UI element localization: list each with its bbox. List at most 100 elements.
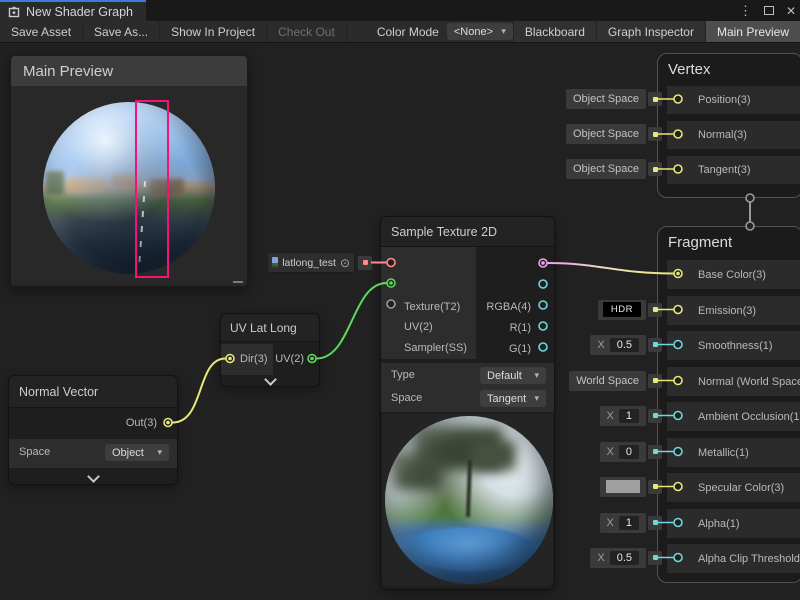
color-mode-dropdown[interactable]: <None> ▾	[447, 23, 513, 40]
maximize-icon[interactable]	[764, 6, 774, 15]
alpha-clip-default-control[interactable]: X0.5	[590, 548, 662, 568]
show-in-project-button[interactable]: Show In Project	[160, 21, 267, 42]
normal-vector-title: Normal Vector	[9, 376, 177, 408]
window-menu-icon[interactable]: ⋮	[739, 4, 752, 17]
main-preview-toggle[interactable]: Main Preview	[705, 21, 800, 42]
input-sampler-label: Sampler(SS)	[404, 342, 467, 354]
chevron-down-icon: ▾	[526, 393, 539, 404]
shader-graph-window: New Shader Graph ⋮ ✕ Save Asset Save As.…	[0, 0, 800, 600]
normal-vector-node[interactable]: Normal Vector Out(3) Space Object ▾	[8, 375, 178, 485]
ao-value-field[interactable]: 1	[619, 409, 639, 423]
alpha-clip-value-field[interactable]: 0.5	[610, 551, 639, 565]
nv-space-label: Space	[19, 446, 50, 458]
chevron-down-icon: ▾	[149, 447, 162, 458]
tab-new-shader-graph[interactable]: New Shader Graph	[0, 0, 146, 21]
sample-texture-2d-node[interactable]: Sample Texture 2D Texture(T2) UV(2) Samp…	[380, 216, 555, 590]
fragment-row-ambient-occlusion[interactable]: Ambient Occlusion(1)	[667, 402, 800, 431]
fragment-block-title: Fragment	[658, 227, 800, 251]
normal-port-stub[interactable]	[648, 127, 662, 141]
output-g-label: G(1)	[509, 343, 531, 355]
specular-color-control[interactable]	[600, 477, 662, 497]
fragment-row-normal-world[interactable]: Normal (World Space)(3)	[667, 367, 800, 396]
tab-title: New Shader Graph	[26, 5, 133, 19]
normal-default-control[interactable]: Object Space	[566, 124, 662, 144]
position-port-stub[interactable]	[648, 92, 662, 106]
uv-lat-long-node[interactable]: UV Lat Long Dir(3) UV(2)	[220, 313, 320, 387]
normal-space-control[interactable]: World Space	[569, 371, 662, 391]
space-label: Space	[391, 392, 422, 404]
sample-texture-2d-title: Sample Texture 2D	[381, 217, 554, 247]
type-dropdown[interactable]: Default ▾	[480, 367, 546, 384]
main-preview-panel[interactable]: Main Preview	[10, 55, 248, 287]
alpha-value-field[interactable]: 1	[619, 516, 639, 530]
wire-rgba-to-base-color[interactable]	[548, 263, 674, 274]
object-picker-icon[interactable]: ⊙	[340, 257, 350, 269]
vertex-row-position[interactable]: Position(3)	[667, 86, 800, 114]
texture-thumbnail	[272, 257, 278, 268]
metallic-value-field[interactable]: 0	[619, 445, 639, 459]
collapse-chevron-icon[interactable]	[87, 470, 100, 483]
texture-preview-sphere	[385, 416, 553, 584]
smoothness-value-field[interactable]: 0.5	[610, 338, 639, 352]
fragment-block[interactable]: Fragment Base Color(3) Emission(3) Smoot…	[657, 226, 800, 583]
uv-output-label: UV(2)	[275, 353, 304, 365]
emission-default-control[interactable]: HDR	[598, 300, 662, 320]
fragment-row-specular-color[interactable]: Specular Color(3)	[667, 473, 800, 502]
type-label: Type	[391, 369, 415, 381]
close-icon[interactable]: ✕	[786, 5, 796, 17]
title-bar: New Shader Graph ⋮ ✕	[0, 0, 800, 21]
chevron-down-icon: ▾	[493, 26, 506, 37]
output-r-label: R(1)	[510, 322, 531, 334]
texture-asset-name: latlong_test	[282, 257, 336, 269]
tangent-port-stub[interactable]	[648, 162, 662, 176]
hdr-color-field[interactable]: HDR	[603, 302, 641, 317]
collapse-chevron-icon[interactable]	[264, 373, 277, 386]
uv-lat-long-title: UV Lat Long	[221, 314, 319, 342]
vertex-block-title: Vertex	[658, 54, 800, 78]
texture-port-stub[interactable]	[358, 256, 372, 270]
wire-uv-to-uv[interactable]	[317, 283, 387, 359]
panel-resize-handle[interactable]	[233, 281, 243, 283]
input-uv-label: UV(2)	[404, 321, 433, 333]
position-default-control[interactable]: Object Space	[566, 89, 662, 109]
main-preview-sphere	[43, 102, 215, 274]
selection-rectangle	[135, 100, 169, 278]
fragment-row-smoothness[interactable]: Smoothness(1)	[667, 331, 800, 360]
alpha-default-control[interactable]: X1	[600, 513, 662, 533]
fragment-row-metallic[interactable]: Metallic(1)	[667, 438, 800, 467]
blackboard-toggle[interactable]: Blackboard	[513, 21, 596, 42]
toolbar: Save Asset Save As... Show In Project Ch…	[0, 21, 800, 43]
fragment-row-base-color[interactable]: Base Color(3)	[667, 260, 800, 289]
vertex-row-normal[interactable]: Normal(3)	[667, 121, 800, 149]
save-asset-button[interactable]: Save Asset	[0, 21, 83, 42]
out-output-label: Out(3)	[126, 417, 157, 429]
wire-out-to-dir[interactable]	[173, 359, 226, 423]
vertex-row-tangent[interactable]: Tangent(3)	[667, 156, 800, 184]
check-out-button: Check Out	[267, 21, 347, 42]
shader-graph-icon	[8, 6, 20, 18]
main-preview-title: Main Preview	[23, 63, 113, 80]
dir-input-label: Dir(3)	[240, 353, 268, 365]
metallic-default-control[interactable]: X0	[600, 442, 662, 462]
space-dropdown[interactable]: Tangent ▾	[480, 390, 546, 407]
fragment-row-alpha-clip[interactable]: Alpha Clip Threshold(1)	[667, 544, 800, 573]
tangent-default-control[interactable]: Object Space	[566, 159, 662, 179]
texture-asset-field[interactable]: latlong_test ⊙	[267, 252, 355, 273]
fragment-row-alpha[interactable]: Alpha(1)	[667, 509, 800, 538]
output-rgba-label: RGBA(4)	[486, 301, 531, 313]
smoothness-default-control[interactable]: X0.5	[590, 335, 662, 355]
nv-space-dropdown[interactable]: Object ▾	[105, 444, 169, 461]
ambient-occlusion-default-control[interactable]: X1	[600, 406, 662, 426]
texture-preview-area	[382, 414, 553, 586]
color-mode-label: Color Mode	[347, 21, 447, 42]
main-preview-header[interactable]: Main Preview	[11, 56, 247, 86]
specular-color-swatch[interactable]	[606, 480, 640, 493]
chevron-down-icon: ▾	[526, 370, 539, 381]
graph-canvas[interactable]: Main Preview Vertex Position(3)	[0, 43, 800, 600]
vertex-block[interactable]: Vertex Position(3) Normal(3) Tangent(3)	[657, 53, 800, 198]
fragment-row-emission[interactable]: Emission(3)	[667, 296, 800, 325]
save-as-button[interactable]: Save As...	[83, 21, 160, 42]
color-mode-value: <None>	[454, 26, 493, 38]
graph-inspector-toggle[interactable]: Graph Inspector	[596, 21, 705, 42]
input-texture-label: Texture(T2)	[404, 301, 460, 313]
